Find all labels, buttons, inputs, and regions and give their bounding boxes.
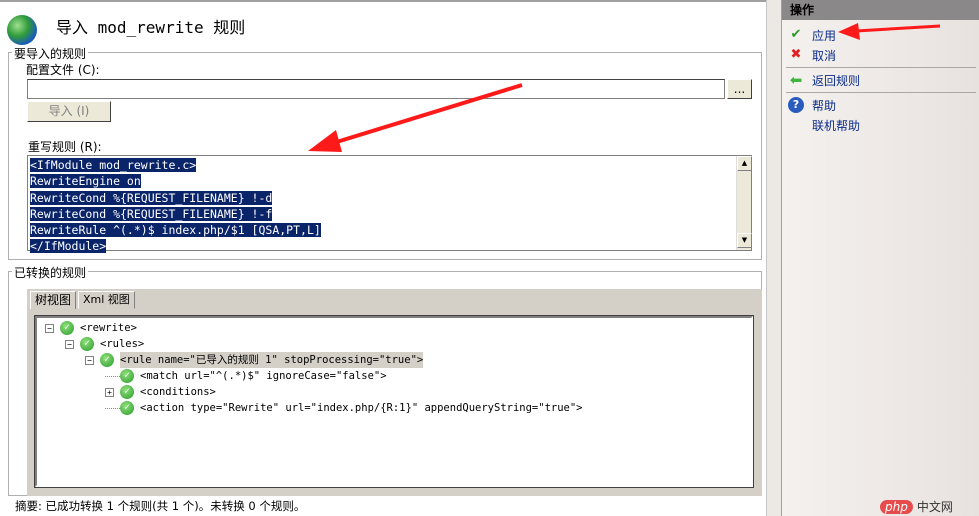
red-arrow-icon xyxy=(838,23,941,40)
red-arrow-icon xyxy=(308,83,523,152)
annotation-arrows xyxy=(308,23,941,152)
